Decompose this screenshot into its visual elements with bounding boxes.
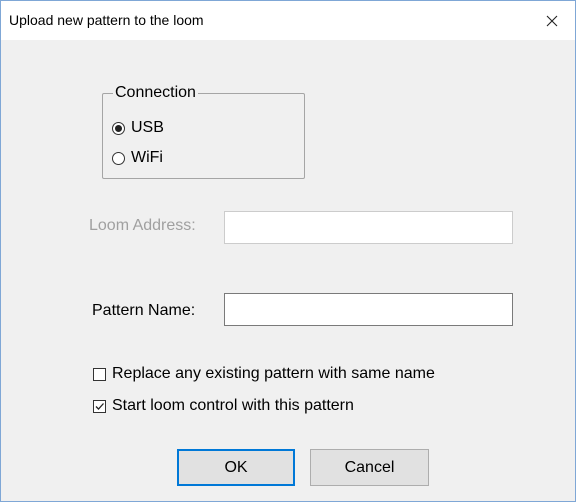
radio-wifi-label[interactable]: WiFi	[131, 148, 163, 168]
start-loom-control-checkbox[interactable]	[93, 399, 106, 413]
dialog-client-area: Connection USB WiFi Loom Address: Patter…	[1, 40, 575, 501]
radio-usb[interactable]: USB	[112, 118, 164, 138]
replace-existing-label[interactable]: Replace any existing pattern with same n…	[112, 364, 435, 384]
loom-address-label: Loom Address:	[89, 217, 196, 234]
dialog-title: Upload new pattern to the loom	[9, 12, 204, 28]
replace-existing-checkbox[interactable]	[93, 367, 106, 381]
title-bar[interactable]: Upload new pattern to the loom	[1, 1, 575, 40]
replace-existing-option[interactable]: Replace any existing pattern with same n…	[93, 363, 435, 385]
close-button[interactable]	[529, 1, 575, 40]
radio-wifi[interactable]: WiFi	[112, 148, 163, 168]
start-loom-control-option[interactable]: Start loom control with this pattern	[93, 395, 354, 417]
checkmark-icon	[95, 402, 104, 410]
pattern-name-field[interactable]	[224, 293, 513, 326]
radio-wifi-button[interactable]	[112, 151, 125, 165]
radio-usb-label[interactable]: USB	[131, 118, 164, 138]
connection-group-label: Connection	[113, 84, 198, 102]
pattern-name-label: Pattern Name:	[92, 302, 196, 319]
close-icon	[546, 15, 558, 26]
radio-usb-button[interactable]	[112, 121, 125, 135]
start-loom-control-label[interactable]: Start loom control with this pattern	[112, 396, 354, 416]
upload-dialog-window: Upload new pattern to the loom Connectio…	[0, 0, 576, 502]
ok-button[interactable]: OK	[177, 449, 295, 486]
cancel-button[interactable]: Cancel	[310, 449, 429, 486]
loom-address-field[interactable]	[224, 211, 513, 244]
connection-groupbox: Connection USB WiFi	[102, 84, 305, 179]
